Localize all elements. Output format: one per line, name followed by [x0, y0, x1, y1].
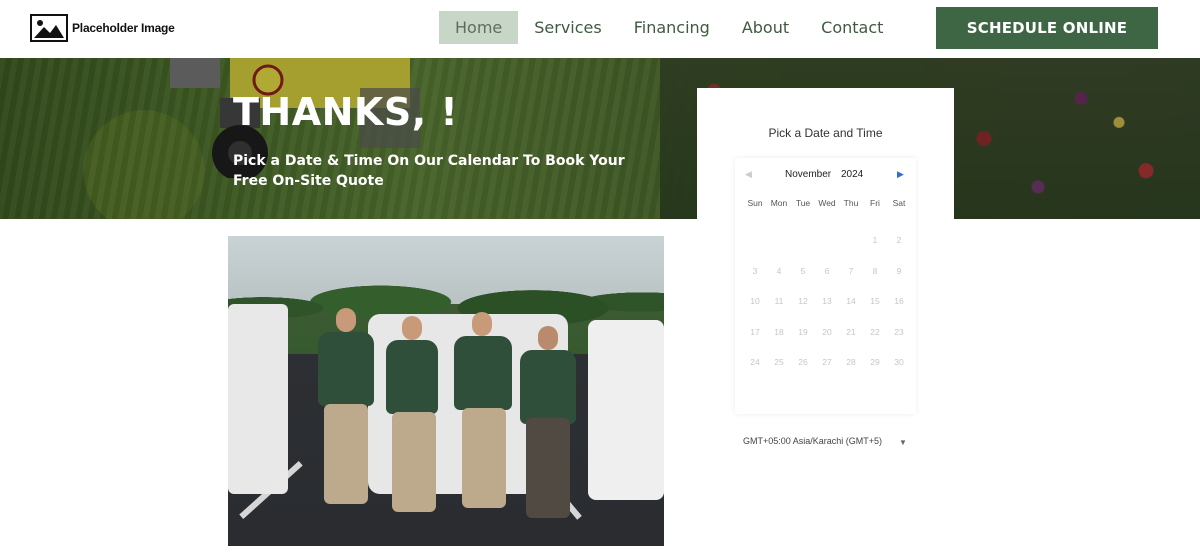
chevron-down-icon[interactable]: ▼: [899, 438, 907, 447]
weekday-label: Sun: [747, 198, 763, 208]
timezone-select[interactable]: GMT+05:00 Asia/Karachi (GMT+5): [743, 436, 882, 446]
calendar-day: 30: [894, 357, 904, 367]
calendar-day: 16: [894, 296, 904, 306]
nav-item-services[interactable]: Services: [518, 11, 617, 44]
calendar-days-grid: 1 2 3 4 5 6 7 8 9 10 11 12 13 14 15 16 17 18 19 20 21 22 23 24 2…: [743, 234, 911, 387]
calendar-day: 5: [800, 265, 806, 276]
calendar-day: 19: [798, 326, 808, 337]
booking-title: Pick a Date and Time: [768, 126, 883, 140]
site-header: Placeholder Image Home Services Financin…: [0, 0, 1200, 58]
calendar-day: 23: [894, 326, 904, 337]
calendar-day: 24: [750, 357, 760, 367]
calendar-day-empty: [839, 234, 863, 265]
calendar-day-empty: [791, 234, 815, 265]
logo-text: Placeholder Image: [72, 21, 175, 35]
calendar-day: 8: [872, 265, 878, 276]
page-subtitle: Pick a Date & Time On Our Calendar To Bo…: [233, 153, 625, 189]
calendar-day-empty: [815, 234, 839, 265]
team-photo: [228, 236, 664, 546]
calendar-day-empty: [743, 234, 767, 265]
hero-overlay: [0, 58, 1200, 219]
calendar-day: 27: [822, 357, 832, 367]
calendar-day: 4: [776, 265, 782, 276]
calendar-day: 7: [848, 265, 854, 276]
calendar-day: 15: [870, 296, 880, 306]
chevron-right-icon[interactable]: ▶: [897, 169, 907, 181]
calendar-day: 20: [822, 326, 832, 337]
nav-item-about[interactable]: About: [726, 11, 805, 44]
nav-item-financing[interactable]: Financing: [618, 11, 726, 44]
page-title: THANKS, !: [233, 90, 459, 134]
calendar-month[interactable]: November: [785, 169, 831, 180]
calendar-day: 25: [774, 357, 784, 367]
main-nav: Home Services Financing About Contact: [439, 11, 899, 44]
calendar-day: 18: [774, 326, 784, 337]
calendar-day: 3: [752, 265, 758, 276]
calendar-day: 12: [798, 296, 808, 306]
weekday-label: Tue: [795, 198, 811, 208]
calendar-day: 17: [750, 326, 760, 337]
calendar-year[interactable]: 2024: [841, 169, 863, 180]
weekday-label: Thu: [843, 198, 859, 208]
weekday-label: Wed: [818, 198, 836, 208]
nav-item-contact[interactable]: Contact: [805, 11, 899, 44]
calendar-day: 29: [870, 357, 880, 367]
calendar-header: ◀ November 2024 ▶: [735, 168, 916, 184]
calendar-day: 14: [846, 296, 856, 306]
calendar-day: 9: [896, 265, 902, 276]
booking-widget: Pick a Date and Time ◀ November 2024 ▶ S…: [697, 88, 954, 460]
nav-item-home[interactable]: Home: [439, 11, 519, 44]
logo[interactable]: Placeholder Image: [30, 14, 175, 42]
photo-truck-left: [228, 304, 288, 494]
hero-banner: [0, 58, 1200, 219]
weekday-label: Sat: [892, 198, 906, 208]
calendar-day: 21: [846, 326, 856, 337]
photo-truck-right: [588, 320, 664, 500]
weekday-label: Fri: [870, 198, 880, 208]
chevron-left-icon[interactable]: ◀: [745, 169, 755, 181]
calendar-day: 28: [846, 357, 856, 367]
calendar-day: 26: [798, 357, 808, 367]
calendar-day: 1: [872, 235, 878, 245]
schedule-online-button[interactable]: SCHEDULE ONLINE: [936, 7, 1158, 49]
calendar-weekdays: Sun Mon Tue Wed Thu Fri Sat: [743, 198, 911, 208]
calendar-day: 11: [774, 296, 784, 306]
date-picker-calendar: ◀ November 2024 ▶ Sun Mon Tue Wed Thu Fr…: [735, 158, 916, 414]
calendar-day-empty: [767, 234, 791, 265]
calendar-day: 22: [870, 326, 880, 337]
calendar-day: 2: [896, 235, 902, 245]
image-placeholder-icon: [30, 14, 68, 42]
calendar-day: 13: [822, 296, 832, 306]
calendar-day: 10: [750, 296, 760, 306]
weekday-label: Mon: [770, 198, 788, 208]
calendar-day: 6: [824, 265, 830, 276]
